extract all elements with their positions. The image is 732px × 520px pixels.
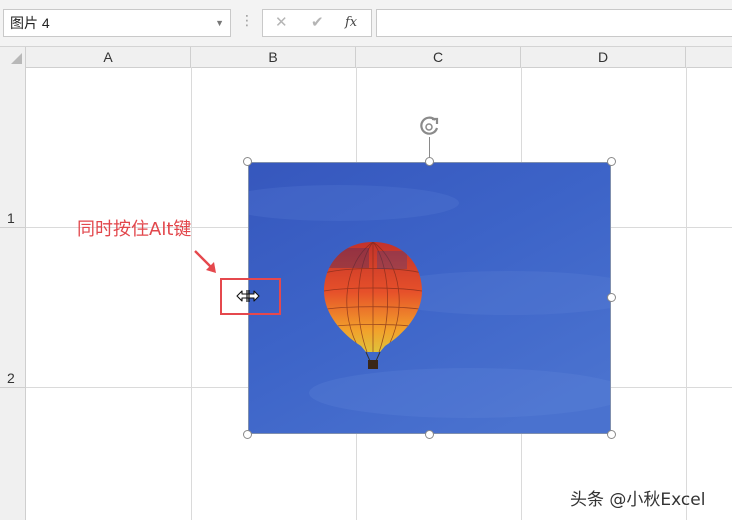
watermark: 头条 @小秋Excel — [570, 490, 706, 510]
resize-cursor-icon — [236, 290, 260, 302]
column-header-a[interactable]: A — [26, 47, 191, 67]
formula-input[interactable] — [376, 9, 732, 37]
grid-line — [686, 67, 687, 520]
balloon-picture[interactable] — [248, 162, 611, 434]
row-header-2[interactable]: 2 — [0, 370, 31, 386]
chevron-down-icon[interactable]: ▼ — [215, 10, 224, 36]
grid-line — [191, 67, 192, 520]
row-divider — [0, 387, 26, 388]
column-header-e[interactable] — [686, 47, 732, 67]
resize-handle-top[interactable] — [425, 157, 434, 166]
rotate-handle-icon[interactable] — [418, 116, 444, 138]
insert-function-icon[interactable]: fx — [345, 10, 357, 36]
resize-handle-top-right[interactable] — [607, 157, 616, 166]
row-header-bar: 1 2 — [0, 67, 26, 520]
select-all-button[interactable] — [0, 47, 26, 67]
annotation-text: 同时按住Alt键 — [77, 219, 192, 240]
resize-handle-bottom-left[interactable] — [243, 430, 252, 439]
column-header-b[interactable]: B — [191, 47, 356, 67]
more-options-icon[interactable]: ⋮ — [240, 12, 255, 29]
row-header-1[interactable]: 1 — [0, 210, 31, 226]
annotation-arrow-icon — [194, 250, 216, 273]
resize-handle-bottom-right[interactable] — [607, 430, 616, 439]
resize-handle-right[interactable] — [607, 293, 616, 302]
cancel-icon[interactable]: ✕ — [275, 10, 288, 36]
row-divider — [0, 227, 26, 228]
name-box-value: 图片 4 — [10, 15, 50, 31]
balloon-image — [249, 163, 610, 433]
select-all-icon — [11, 53, 22, 64]
column-header-d[interactable]: D — [521, 47, 686, 67]
enter-icon[interactable]: ✔ — [311, 10, 324, 36]
name-box[interactable]: 图片 4 ▼ — [3, 9, 231, 37]
column-header-bar: A B C D — [0, 47, 732, 68]
resize-handle-top-left[interactable] — [243, 157, 252, 166]
formula-buttons: ✕ ✔ fx — [262, 9, 372, 37]
formula-bar: 图片 4 ▼ ⋮ ✕ ✔ fx — [0, 0, 732, 47]
resize-handle-bottom[interactable] — [425, 430, 434, 439]
column-header-c[interactable]: C — [356, 47, 521, 67]
